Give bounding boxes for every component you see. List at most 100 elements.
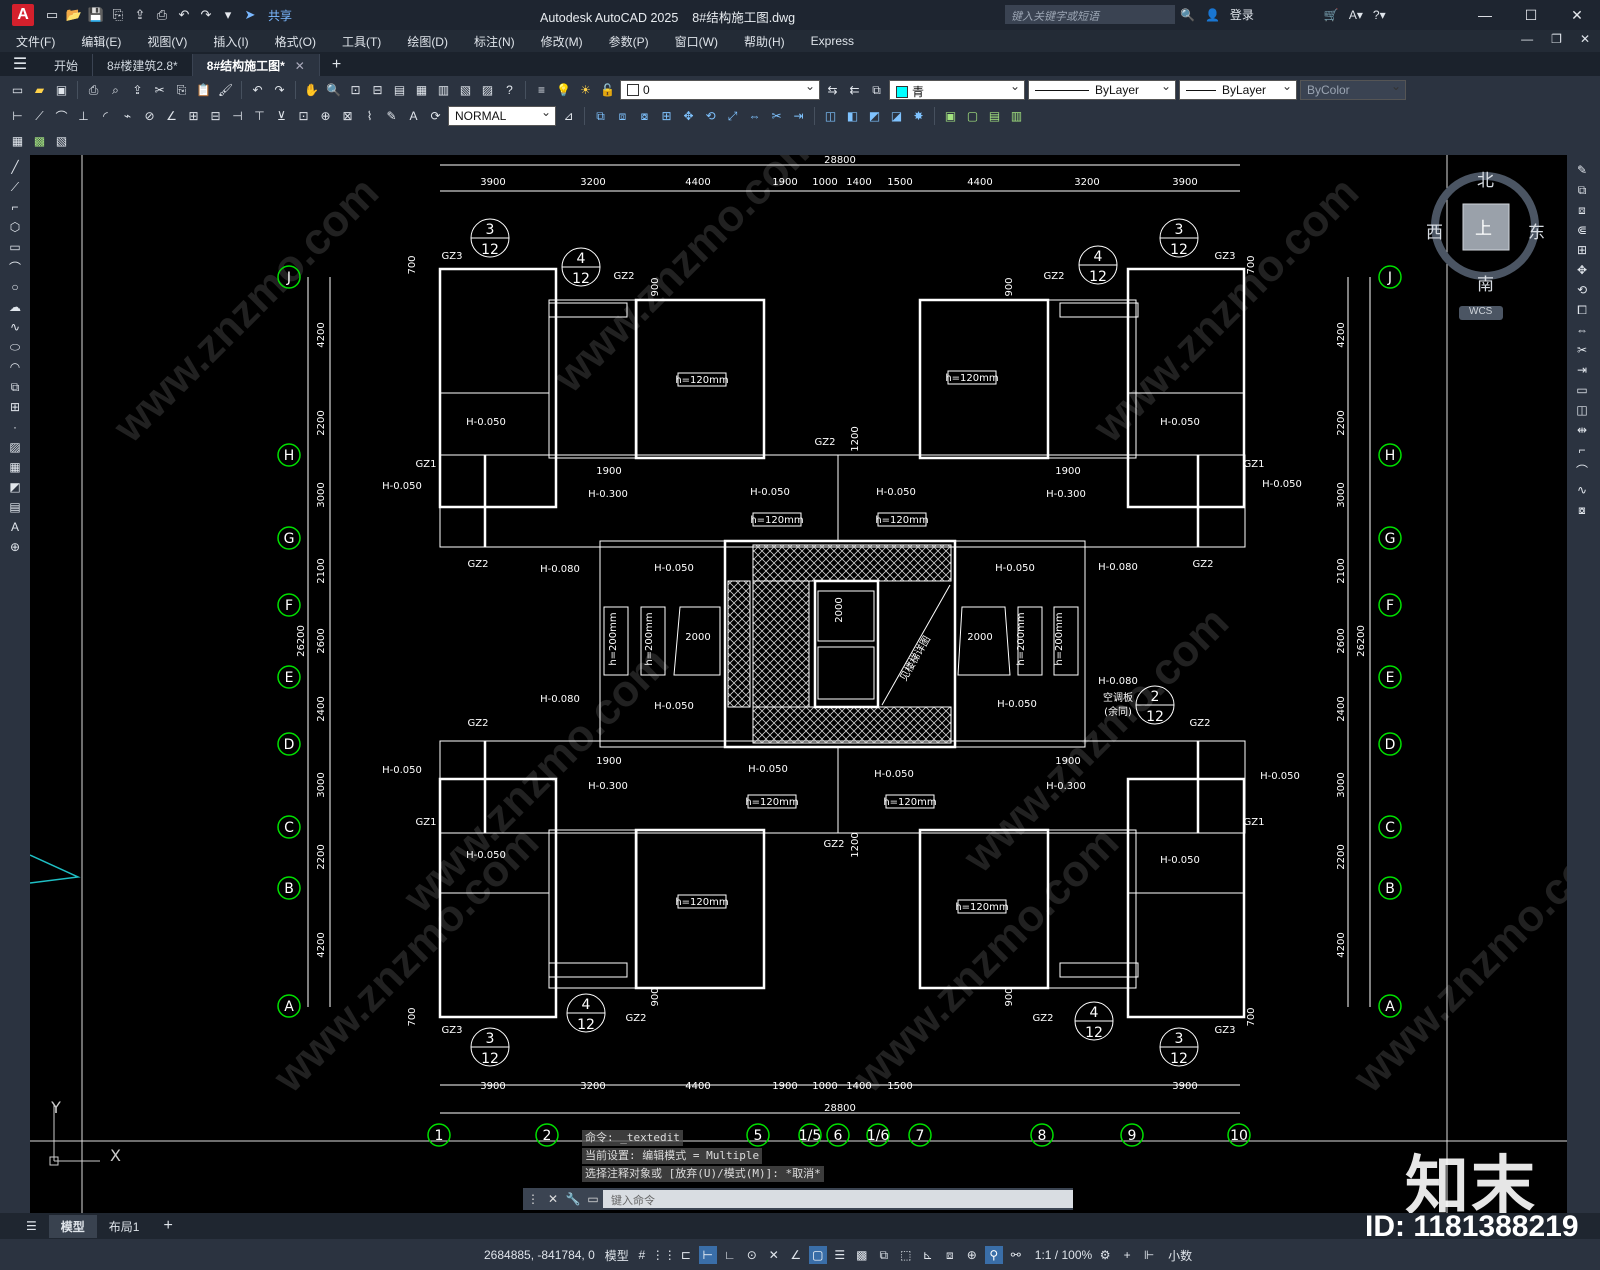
tool-palettes-icon[interactable]: ▥: [434, 81, 453, 100]
workspace-gear-icon[interactable]: ⚙: [1096, 1246, 1114, 1264]
join-icon[interactable]: ◧: [843, 107, 862, 126]
spline-icon[interactable]: ∿: [6, 319, 24, 335]
plotstyle-dropdown[interactable]: ByColor: [1300, 79, 1406, 100]
transparency-icon[interactable]: ▩: [853, 1246, 871, 1264]
layer-lock-icon[interactable]: 🔓: [598, 81, 617, 100]
autocad-logo-icon[interactable]: A: [12, 4, 34, 26]
dimstyle-dropdown[interactable]: NORMAL: [448, 105, 556, 126]
customize-dropdown-icon[interactable]: ▾: [220, 7, 236, 23]
dim-baseline-icon[interactable]: ⊟: [206, 107, 225, 126]
insert-block-icon[interactable]: ⧉: [6, 379, 24, 395]
menu-item[interactable]: 窗口(W): [667, 33, 726, 50]
external-ref-icon[interactable]: ▧: [52, 132, 71, 151]
polygon-icon[interactable]: ⬡: [6, 219, 24, 235]
lineweight-icon[interactable]: ☰: [831, 1246, 849, 1264]
tab-structural-drawing[interactable]: 8#结构施工图* ✕: [192, 54, 320, 76]
dim-edit-icon[interactable]: ✎: [382, 107, 401, 126]
command-input[interactable]: 键入命令: [603, 1190, 1073, 1208]
array-icon[interactable]: ⊞: [657, 107, 676, 126]
blend-icon[interactable]: ∿: [1573, 482, 1591, 498]
viewcube[interactable]: 北 南 东 西 上 WCS: [1425, 160, 1545, 340]
tab-model[interactable]: 模型: [48, 1214, 97, 1238]
menu-hamburger-icon[interactable]: ☰: [0, 52, 40, 76]
move-icon[interactable]: ✥: [1573, 262, 1591, 278]
isodraft-icon[interactable]: ✕: [765, 1246, 783, 1264]
recent-commands-icon[interactable]: ▭: [583, 1192, 603, 1206]
annotation-visibility-icon[interactable]: ⚲: [984, 1246, 1003, 1264]
menu-item[interactable]: 编辑(E): [73, 33, 129, 50]
rotate-icon[interactable]: ⟲: [701, 107, 720, 126]
circle-icon[interactable]: ○: [6, 279, 24, 295]
save-icon[interactable]: ▣: [52, 81, 71, 100]
publish-icon[interactable]: ⇪: [128, 81, 147, 100]
new-file-icon[interactable]: ▭: [44, 7, 60, 23]
viewcube-top-face[interactable]: 上: [1475, 214, 1492, 239]
block-insert-icon[interactable]: ▤: [985, 107, 1004, 126]
make-current-layer-icon[interactable]: ⇆: [823, 81, 842, 100]
dim-arc-icon[interactable]: ⌒: [52, 107, 71, 126]
dim-break-icon[interactable]: ⊻: [272, 107, 291, 126]
color-dropdown[interactable]: 青: [889, 79, 1025, 100]
move-icon[interactable]: ✥: [679, 107, 698, 126]
revcloud-icon[interactable]: ☁: [6, 299, 24, 315]
lineweight-dropdown[interactable]: ByLayer: [1179, 79, 1297, 100]
doc-minimize-icon[interactable]: —: [1521, 32, 1533, 46]
trim-icon[interactable]: ✂: [1573, 342, 1591, 358]
design-center-icon[interactable]: ▦: [412, 81, 431, 100]
undo-icon[interactable]: ↶: [176, 7, 192, 23]
doc-close-icon[interactable]: ✕: [1580, 32, 1590, 46]
annotation-monitor-icon[interactable]: +: [1118, 1246, 1136, 1264]
dim-radius-icon[interactable]: ◜: [96, 107, 115, 126]
stretch-icon[interactable]: ⇔: [1573, 322, 1591, 338]
gizmo-icon[interactable]: ⊕: [963, 1246, 981, 1264]
dim-angular-icon[interactable]: ∠: [162, 107, 181, 126]
rectangle-icon[interactable]: ▭: [6, 239, 24, 255]
grip-icon[interactable]: ⋮: [523, 1192, 543, 1206]
cart-icon[interactable]: 🛒: [1324, 8, 1339, 22]
minimize-icon[interactable]: —: [1462, 0, 1508, 30]
hatch-icon[interactable]: ▨: [6, 439, 24, 455]
layer-previous-icon[interactable]: ⇇: [845, 81, 864, 100]
object-snap-icon[interactable]: ▢: [808, 1246, 827, 1264]
share-icon[interactable]: ➤: [242, 7, 258, 23]
help-search-input[interactable]: 键入关键字或短语: [1005, 5, 1175, 24]
ungroup-icon[interactable]: ▢: [963, 107, 982, 126]
linetype-dropdown[interactable]: ByLayer: [1028, 79, 1176, 100]
fillet-icon[interactable]: ◪: [887, 107, 906, 126]
menu-item[interactable]: 视图(V): [139, 33, 195, 50]
dim-text-edit-icon[interactable]: A: [404, 107, 423, 126]
tab-close-icon[interactable]: ✕: [295, 59, 305, 73]
dynamic-ucs-icon[interactable]: ⊾: [919, 1246, 937, 1264]
viewcube-north[interactable]: 北: [1477, 166, 1494, 191]
image-icon[interactable]: ▩: [30, 132, 49, 151]
mtext-icon[interactable]: A: [6, 519, 24, 535]
add-selected-icon[interactable]: ⊕: [6, 539, 24, 555]
offset-icon[interactable]: ⋐: [1573, 222, 1591, 238]
layout-menu-icon[interactable]: ☰: [14, 1216, 49, 1236]
autoscale-icon[interactable]: ⚯: [1007, 1246, 1025, 1264]
menu-item[interactable]: 文件(F): [8, 33, 63, 50]
break-icon[interactable]: ◫: [821, 107, 840, 126]
copy-icon[interactable]: ⎘: [172, 81, 191, 100]
drawing-canvas[interactable]: www.znzmo.com www.znzmo.com www.znzmo.co…: [30, 155, 1567, 1213]
publish-icon[interactable]: ⇪: [132, 7, 148, 23]
fillet-icon[interactable]: ⌒: [1573, 462, 1591, 478]
viewcube-south[interactable]: 南: [1477, 270, 1494, 295]
workspace-icon[interactable]: ▦: [8, 132, 27, 151]
doc-restore-icon[interactable]: ❐: [1551, 32, 1562, 46]
tab-layout1[interactable]: 布局1: [97, 1215, 152, 1238]
grid-icon[interactable]: #: [633, 1246, 651, 1264]
help-icon[interactable]: ?▾: [1373, 8, 1386, 22]
offset-icon[interactable]: ⧇: [635, 107, 654, 126]
mirror-icon[interactable]: ⧈: [1573, 202, 1591, 218]
new-icon[interactable]: ▭: [8, 81, 27, 100]
pan-icon[interactable]: ✋: [302, 81, 321, 100]
trim-icon[interactable]: ✂: [767, 107, 786, 126]
preview-icon[interactable]: ⌕: [106, 81, 125, 100]
close-icon[interactable]: ✕: [1554, 0, 1600, 30]
menu-item[interactable]: 帮助(H): [736, 33, 793, 50]
dim-update-icon[interactable]: ⟳: [426, 107, 445, 126]
layer-states-icon[interactable]: ⧉: [867, 81, 886, 100]
join-icon[interactable]: ⇹: [1573, 422, 1591, 438]
dim-ordinate-icon[interactable]: ⊥: [74, 107, 93, 126]
